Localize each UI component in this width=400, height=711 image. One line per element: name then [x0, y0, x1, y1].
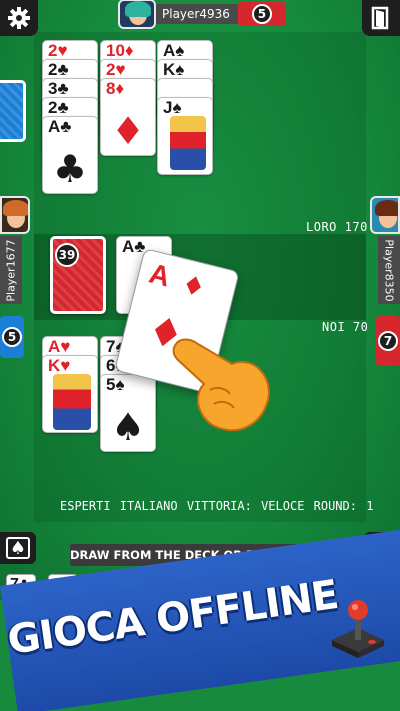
card-rank: A♥	[48, 337, 71, 356]
spade-icon: ♠	[6, 537, 30, 559]
card-rank: A♠	[163, 41, 185, 60]
jack-face-icon	[170, 116, 206, 170]
left-player-hand-back	[0, 80, 26, 142]
opponent-meld-card: A♣ ♣	[42, 116, 98, 194]
game-info: ESPERTI ITALIANO VITTORIA: VELOCE ROUND:…	[60, 499, 374, 513]
card-suit-icon: ♠	[110, 405, 146, 449]
our-meld-card: 5♠ ♠	[100, 374, 156, 452]
top-player-card-count: 5	[237, 1, 286, 26]
draw-deck[interactable]: 39	[50, 236, 106, 314]
opponent-meld-card: 8♦ ♦	[100, 78, 156, 156]
card-suit-icon: ♣	[52, 147, 88, 191]
card-rank: 10♦	[106, 41, 134, 60]
left-player-avatar	[0, 196, 30, 234]
pointing-hand-icon	[172, 338, 270, 432]
card-rank: A♣	[48, 117, 72, 136]
card-rank: 3♣	[48, 79, 69, 98]
card-rank: 2♣	[48, 98, 69, 117]
right-player-avatar	[370, 196, 400, 234]
discard-top-rank: A♣	[122, 237, 146, 256]
opponent-meld-card: J♠	[157, 97, 213, 175]
card-suit-icon: ♦	[110, 109, 146, 153]
sort-button[interactable]: ♠	[0, 532, 36, 564]
card-rank: K♥	[48, 356, 71, 375]
king-face-icon	[53, 374, 91, 430]
left-player-name: Player1677	[0, 236, 22, 304]
opponent-score: LORO 170	[306, 220, 368, 234]
card-rank: 2♥	[106, 60, 126, 79]
deck-count: 39	[55, 243, 79, 267]
card-rank: J♠	[163, 98, 182, 117]
gear-icon	[8, 7, 30, 29]
left-player-card-count: 5	[0, 316, 24, 358]
top-player-name: Player4936	[154, 3, 238, 24]
exit-button[interactable]	[362, 0, 400, 36]
settings-button[interactable]	[0, 0, 38, 36]
card-rank: 8♦	[106, 79, 125, 98]
card-rank: K♠	[163, 60, 185, 79]
right-player-card-count: 7	[376, 316, 400, 366]
card-rank: 2♥	[48, 41, 68, 60]
avatar	[118, 0, 156, 29]
joystick-icon	[332, 600, 384, 658]
card-rank: 5♠	[106, 375, 125, 394]
our-meld-card: K♥	[42, 355, 98, 433]
top-player: Player4936 5	[118, 0, 286, 29]
card-rank: 2♣	[48, 60, 69, 79]
exit-door-icon	[371, 6, 389, 30]
our-score: NOI 70	[322, 320, 369, 334]
right-player-name: Player8350	[378, 236, 400, 304]
